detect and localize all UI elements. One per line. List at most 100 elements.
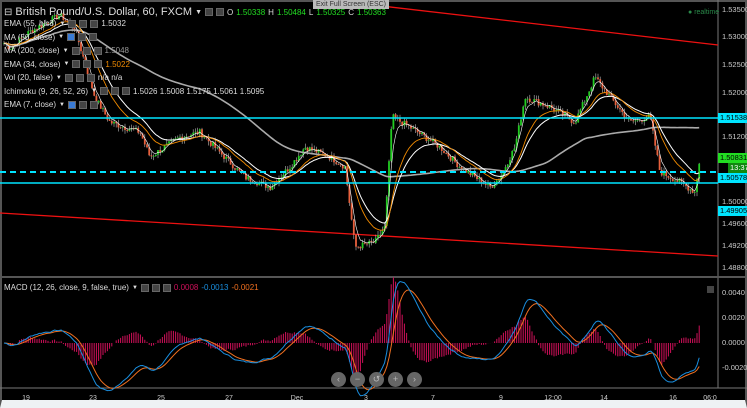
eye-icon[interactable] <box>71 46 80 55</box>
settings-icon[interactable] <box>79 19 88 28</box>
candle-body <box>300 154 302 156</box>
indicator-label[interactable]: Ichimoku (9, 26, 52, 26) <box>4 87 88 96</box>
chevron-down-icon[interactable]: ▼ <box>56 75 62 81</box>
open-label: O <box>227 7 234 17</box>
settings-icon[interactable] <box>111 87 119 95</box>
candle-body <box>689 189 692 191</box>
zoom-in-button[interactable]: + <box>388 372 403 387</box>
symbol-legend: ⊟ British Pound/U.S. Dollar, 60, FXCM ▼ O… <box>4 6 386 18</box>
close-icon[interactable] <box>93 46 102 55</box>
settings-icon[interactable] <box>75 73 84 82</box>
zoom-out-button[interactable]: − <box>350 372 365 387</box>
close-value: 1.50363 <box>357 7 386 17</box>
symbol-title[interactable]: British Pound/U.S. Dollar, 60, FXCM <box>15 6 192 18</box>
candle-body <box>335 162 338 164</box>
eye-icon[interactable] <box>205 8 214 16</box>
indicator-label[interactable]: EMA (55, hlc3) <box>4 19 56 28</box>
time-axis-label: 19 <box>22 395 30 402</box>
high-label: H <box>268 7 274 17</box>
eye-icon[interactable] <box>68 19 77 28</box>
close-icon[interactable] <box>90 19 99 28</box>
candle-body <box>467 170 470 173</box>
candle-body <box>128 129 131 131</box>
eye-icon[interactable] <box>67 33 76 41</box>
macd-axis-label: -0.0020 <box>722 363 747 372</box>
eye-icon[interactable] <box>100 87 108 95</box>
time-axis-label: Dec <box>290 395 304 402</box>
eye-icon[interactable] <box>67 100 76 109</box>
candle-body <box>632 120 635 122</box>
indicator-label[interactable]: EMA (34, close) <box>4 60 60 69</box>
chevron-down-icon[interactable]: ▼ <box>59 21 65 27</box>
candle-body <box>572 122 575 124</box>
macd-label[interactable]: MACD (12, 26, close, 9, false, true) <box>4 283 129 292</box>
macd-value: -0.0013 <box>201 283 229 292</box>
candle-body <box>223 154 225 159</box>
candle-body <box>583 101 586 103</box>
chevron-down-icon[interactable]: ▼ <box>59 102 65 108</box>
collapse-icon[interactable]: ⊟ <box>4 7 12 18</box>
macd-axis-label: 0.0020 <box>722 313 745 322</box>
eye-icon[interactable] <box>64 73 73 82</box>
settings-icon[interactable] <box>216 8 225 16</box>
chevron-down-icon[interactable]: ▼ <box>132 285 138 291</box>
countdown-tag: 13:37 <box>728 163 747 173</box>
candle-body <box>506 164 509 168</box>
chevron-down-icon[interactable]: ▼ <box>63 48 69 54</box>
candle-body <box>526 98 529 100</box>
candle-body <box>108 119 111 121</box>
maximize-pane-button[interactable] <box>707 286 714 293</box>
candle-body <box>443 150 445 153</box>
settings-icon[interactable] <box>151 283 160 292</box>
candle-body <box>531 101 533 103</box>
candle-body <box>110 120 113 124</box>
candle-body <box>304 147 307 150</box>
candle-body <box>119 127 122 129</box>
candle-body <box>403 120 406 126</box>
candle-body <box>150 155 153 157</box>
candle-body <box>449 156 452 161</box>
candle-body <box>575 122 577 124</box>
candle-body <box>458 166 461 168</box>
candle-body <box>350 202 353 220</box>
close-icon[interactable] <box>89 100 98 109</box>
candle-body <box>363 242 366 244</box>
candle-body <box>146 144 148 148</box>
candle-body <box>205 137 208 139</box>
eye-icon[interactable] <box>140 283 149 292</box>
close-icon[interactable] <box>89 33 98 41</box>
indicator-legend: Vol (20, false) ▼ n/a n/a <box>4 73 122 82</box>
close-icon[interactable] <box>94 60 103 68</box>
candle-body <box>337 163 340 165</box>
time-axis-label: 3 <box>364 395 368 402</box>
scroll-right-button[interactable]: › <box>407 372 422 387</box>
chevron-down-icon[interactable]: ▼ <box>195 9 202 16</box>
settings-icon[interactable] <box>83 60 92 68</box>
high-value: 1.50484 <box>276 7 306 17</box>
scroll-left-button[interactable]: ‹ <box>331 372 346 387</box>
candle-body <box>121 126 124 128</box>
close-icon[interactable] <box>162 283 171 292</box>
close-icon[interactable] <box>86 73 95 82</box>
settings-icon[interactable] <box>78 100 87 109</box>
candle-body <box>203 137 206 139</box>
time-axis-label: 25 <box>157 395 165 402</box>
eye-icon[interactable] <box>72 60 81 68</box>
settings-icon[interactable] <box>78 33 87 41</box>
close-icon[interactable] <box>122 87 130 95</box>
settings-icon[interactable] <box>82 46 91 55</box>
chevron-down-icon[interactable]: ▼ <box>63 61 69 67</box>
indicator-label[interactable]: MA (200, close) <box>4 46 60 55</box>
indicator-label[interactable]: Vol (20, false) <box>4 73 53 82</box>
chevron-down-icon[interactable]: ▼ <box>91 88 97 94</box>
indicator-label[interactable]: MA (50, close) <box>4 33 55 42</box>
reset-button[interactable]: ↺ <box>369 372 384 387</box>
candle-body <box>216 147 219 149</box>
current-price-tag: 1.50831 <box>718 153 747 163</box>
candle-body <box>295 160 298 161</box>
indicator-label[interactable]: EMA (7, close) <box>4 100 56 109</box>
macd-axis-label: 0.0040 <box>722 288 745 297</box>
chevron-down-icon[interactable]: ▼ <box>58 34 64 40</box>
candle-body <box>247 176 250 180</box>
macd-hist-value: 0.0008 <box>173 283 199 292</box>
